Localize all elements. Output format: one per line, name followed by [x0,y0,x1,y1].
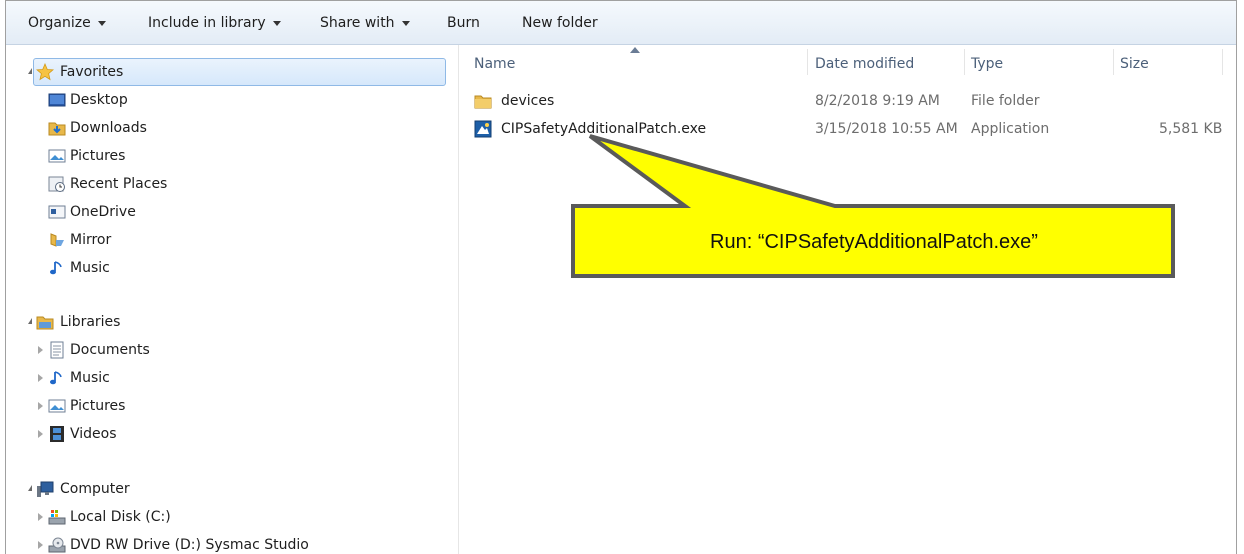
nav-item-label: OneDrive [70,204,136,220]
command-bar: Organize Include in library Share with B… [6,1,1236,45]
nav-computer-label: Computer [60,481,130,497]
pictures-icon [48,149,66,163]
file-type: File folder [971,93,1040,109]
dvd-drive-icon [48,537,66,553]
expand-arrow-icon[interactable] [38,374,43,382]
column-divider[interactable] [1222,49,1223,75]
expand-arrow-icon[interactable] [38,346,43,354]
nav-favorites[interactable]: Favorites [6,59,446,85]
column-header-type[interactable]: Type [971,53,1003,75]
nav-item-label: Pictures [70,398,126,414]
file-name: CIPSafetyAdditionalPatch.exe [501,121,707,137]
recent-places-icon [48,176,65,192]
music-icon [50,371,62,385]
nav-item-label: Music [70,370,110,386]
nav-item-label: Pictures [70,148,126,164]
new-folder-button[interactable]: New folder [522,13,598,33]
nav-item-label: Videos [70,426,117,442]
mirror-folder-icon [50,233,64,247]
expand-arrow-icon[interactable] [38,402,43,410]
nav-item-label: Recent Places [70,176,168,192]
include-in-library-button[interactable]: Include in library [148,13,281,33]
file-size: 5,581 KB [1159,121,1223,137]
nav-item-label: Mirror [70,232,112,248]
expand-arrow-icon[interactable] [38,430,43,438]
column-divider[interactable] [1113,49,1114,75]
nav-item-label: Documents [70,342,150,358]
share-with-button[interactable]: Share with [320,13,410,33]
file-list-pane: Name Date modified Type Size devices 8/2… [459,45,1236,554]
downloads-folder-icon [48,122,66,136]
column-header-date-modified[interactable]: Date modified [815,53,914,75]
computer-icon [37,481,54,497]
file-row[interactable]: CIPSafetyAdditionalPatch.exe 3/15/2018 1… [459,117,1229,141]
include-in-library-dropdown-icon [272,20,281,26]
column-header-name[interactable]: Name [474,53,515,75]
nav-item-label: Downloads [70,120,147,136]
organize-label: Organize [28,15,91,31]
music-icon [50,261,62,275]
organize-button[interactable]: Organize [28,13,106,33]
file-name: devices [501,93,555,109]
include-in-library-label: Include in library [148,15,266,31]
desktop-icon [48,93,66,107]
burn-button[interactable]: Burn [447,13,480,33]
expand-arrow-icon[interactable] [38,513,43,521]
nav-item-label: Local Disk (C:) [70,509,171,525]
file-date: 8/2/2018 9:19 AM [815,93,940,109]
pictures-icon [48,399,66,413]
folder-icon [474,95,492,109]
nav-item-label: DVD RW Drive (D:) Sysmac Studio [70,537,309,553]
expand-arrow-icon[interactable] [28,318,32,324]
expand-arrow-icon[interactable] [28,485,32,491]
explorer-window: Organize Include in library Share with B… [5,0,1237,554]
file-date: 3/15/2018 10:55 AM [815,121,958,137]
documents-icon [50,341,64,359]
expand-arrow-icon[interactable] [28,68,32,74]
onedrive-icon [48,205,66,219]
nav-libraries-label: Libraries [60,314,121,330]
share-with-label: Share with [320,15,395,31]
libraries-icon [36,316,54,330]
share-with-dropdown-icon [401,20,410,26]
navigation-pane: Favorites Desktop Downloads Pictures Rec… [6,45,459,554]
application-icon [474,120,492,138]
nav-item-label: Desktop [70,92,128,108]
star-icon [36,63,54,81]
videos-icon [50,426,64,442]
file-row[interactable]: devices 8/2/2018 9:19 AM File folder [459,89,1229,113]
column-header-size[interactable]: Size [1120,53,1149,75]
organize-dropdown-icon [97,20,106,26]
callout-text: Run: “CIPSafetyAdditionalPatch.exe” [710,231,1038,253]
nav-favorites-label: Favorites [60,64,124,80]
sort-ascending-icon [630,47,640,53]
local-disk-icon [48,510,66,525]
column-divider[interactable] [964,49,965,75]
file-type: Application [971,121,1050,137]
column-divider[interactable] [807,49,808,75]
nav-item-label: Music [70,260,110,276]
expand-arrow-icon[interactable] [38,541,43,549]
